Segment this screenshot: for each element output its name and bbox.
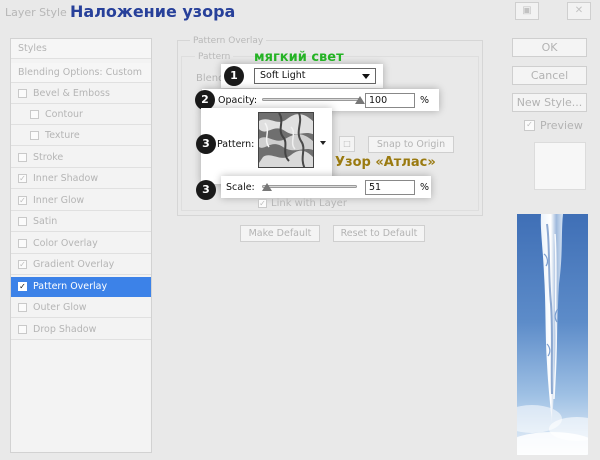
opacity-label: Opacity: <box>218 95 258 106</box>
satin-pattern-image <box>259 113 313 167</box>
style-item-color-overlay[interactable]: Color Overlay <box>11 234 151 254</box>
style-checkbox[interactable] <box>30 131 39 140</box>
styles-header[interactable]: Styles <box>11 39 151 59</box>
cancel-button[interactable]: Cancel <box>512 66 587 85</box>
pattern-label: Pattern: <box>217 139 255 150</box>
style-checkbox[interactable] <box>18 325 27 334</box>
pattern-swatch[interactable] <box>258 112 314 168</box>
style-checkbox[interactable] <box>18 153 27 162</box>
pattern-picker-arrow-icon[interactable] <box>320 141 326 145</box>
style-item-contour[interactable]: Contour <box>11 105 151 125</box>
opacity-slider-track[interactable] <box>262 98 360 101</box>
chevron-down-icon[interactable] <box>362 74 370 79</box>
opacity-unit: % <box>420 95 430 106</box>
step-badge-3b: 3 <box>196 180 216 200</box>
scale-slider-thumb[interactable] <box>261 183 272 191</box>
step-badge-1: 1 <box>224 66 244 86</box>
style-item-inner-glow[interactable]: ✓ Inner Glow <box>11 191 151 211</box>
style-item-label: Bevel & Emboss <box>33 88 110 99</box>
style-item-label: Pattern Overlay <box>33 281 108 292</box>
blend-mode-select[interactable]: Soft Light <box>254 68 376 84</box>
style-checkbox[interactable] <box>30 110 39 119</box>
style-item-bevel-emboss[interactable]: Bevel & Emboss <box>11 84 151 104</box>
style-item-label: Inner Shadow <box>33 173 99 184</box>
link-with-layer-label: Link with Layer <box>271 198 347 209</box>
style-preview-swatch <box>534 142 586 190</box>
scale-unit: % <box>420 182 430 193</box>
style-item-texture[interactable]: Texture <box>11 126 151 146</box>
pattern-subgroup-title: Pattern <box>195 52 234 62</box>
preview-checkbox[interactable]: ✓ <box>524 120 535 131</box>
new-style-button[interactable]: New Style... <box>512 93 587 112</box>
style-item-gradient-overlay[interactable]: ✓ Gradient Overlay <box>11 255 151 275</box>
scale-input[interactable]: 51 <box>365 180 415 195</box>
reset-to-default-button[interactable]: Reset to Default <box>333 225 425 242</box>
opacity-input[interactable]: 100 <box>365 93 415 108</box>
scale-slider-track[interactable] <box>262 185 357 188</box>
opacity-slider-thumb[interactable] <box>355 96 365 104</box>
restore-icon: ▣ <box>522 5 532 16</box>
style-checkbox-checked[interactable]: ✓ <box>18 260 27 269</box>
style-checkbox-checked[interactable]: ✓ <box>18 174 27 183</box>
style-item-label: Drop Shadow <box>33 324 97 335</box>
pattern-note: Узор «Атлас» <box>335 155 436 170</box>
style-item-label: Stroke <box>33 152 64 163</box>
window-close-button[interactable]: ✕ <box>567 2 591 20</box>
window-title: Layer Style <box>5 6 67 19</box>
tutorial-title: Наложение узора <box>70 2 236 21</box>
style-item-label: Inner Glow <box>33 195 85 206</box>
style-checkbox-checked[interactable]: ✓ <box>18 196 27 205</box>
styles-panel: Styles Blending Options: Custom Bevel & … <box>10 38 152 453</box>
style-checkbox[interactable] <box>18 303 27 312</box>
icicle-image <box>517 214 588 455</box>
style-item-label: Outer Glow <box>33 302 87 313</box>
style-item-stroke[interactable]: Stroke <box>11 148 151 168</box>
style-item-outer-glow[interactable]: Outer Glow <box>11 298 151 318</box>
ok-button[interactable]: OK <box>512 38 587 57</box>
link-with-layer-checkbox[interactable]: ✓ <box>258 199 267 208</box>
make-default-button[interactable]: Make Default <box>240 225 320 242</box>
style-item-inner-shadow[interactable]: ✓ Inner Shadow <box>11 169 151 189</box>
blending-options-item[interactable]: Blending Options: Custom <box>11 63 151 83</box>
step-badge-2: 2 <box>195 90 215 110</box>
style-item-label: Texture <box>45 130 80 141</box>
style-item-satin[interactable]: Satin <box>11 212 151 232</box>
new-preset-icon: □ <box>343 139 351 148</box>
style-item-label: Contour <box>45 109 83 120</box>
close-icon: ✕ <box>574 5 584 16</box>
new-preset-button[interactable]: □ <box>339 136 355 152</box>
style-checkbox[interactable] <box>18 217 27 226</box>
style-checkbox[interactable] <box>18 239 27 248</box>
icicle-preview-image <box>517 214 588 455</box>
scale-label: Scale: <box>226 182 255 193</box>
styles-header-label: Styles <box>18 43 47 54</box>
preview-label: Preview <box>540 119 583 132</box>
style-item-label: Color Overlay <box>33 238 98 249</box>
style-item-pattern-overlay[interactable]: ✓ Pattern Overlay <box>11 277 151 297</box>
window-restore-button[interactable]: ▣ <box>515 2 539 20</box>
style-checkbox-checked[interactable]: ✓ <box>18 282 27 291</box>
style-item-label: Satin <box>33 216 58 227</box>
blend-note: мягкий свет <box>254 50 344 65</box>
pattern-overlay-title: Pattern Overlay <box>190 36 267 46</box>
style-item-label: Gradient Overlay <box>33 259 115 270</box>
blending-options-label: Blending Options: Custom <box>18 67 143 78</box>
step-badge-3a: 3 <box>196 134 216 154</box>
style-checkbox[interactable] <box>18 89 27 98</box>
style-item-drop-shadow[interactable]: Drop Shadow <box>11 320 151 340</box>
snap-to-origin-button[interactable]: Snap to Origin <box>368 136 454 153</box>
